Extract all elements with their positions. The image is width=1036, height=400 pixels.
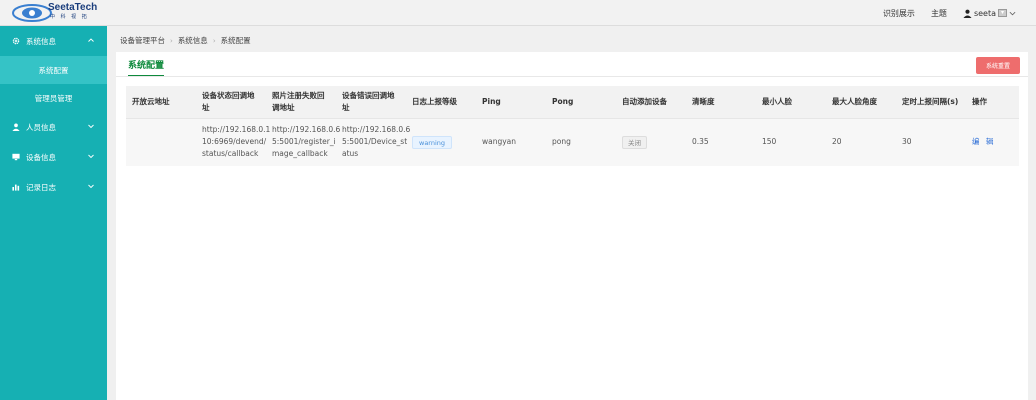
breadcrumb-item-system-config: 系统配置 — [220, 36, 251, 45]
cell-min-face: 150 — [762, 137, 777, 146]
column-header-status-callback: 设备状态回调地址 — [202, 91, 255, 112]
cell-error-callback: http://192.168.0.6 5:5001/Device_st atus — [342, 125, 411, 158]
tab-divider — [116, 76, 1028, 77]
chevron-down-icon — [88, 124, 94, 129]
column-header-error-callback: 设备错误回调地址 — [342, 91, 395, 112]
cell-actions: 编 辑 — [972, 136, 995, 148]
main-content: 设备管理平台 › 系统信息 › 系统配置 系统配置 系统重置 开放云地址 设备状… — [107, 26, 1036, 400]
edit-link[interactable]: 编 辑 — [972, 137, 995, 146]
cell-register-callback: http://192.168.0.6 5:5001/register_i mag… — [272, 125, 341, 158]
config-panel: 系统配置 系统重置 开放云地址 设备状态回调地址 照片注册失败回 调地址 设备错误… — [116, 52, 1028, 400]
user-menu[interactable]: seeta ▾ — [963, 9, 1016, 18]
user-icon — [963, 9, 972, 18]
column-header-actions: 操作 — [972, 97, 987, 106]
system-reset-button[interactable]: 系统重置 — [976, 57, 1020, 74]
cell-clarity: 0.35 — [692, 137, 709, 146]
column-header-pong: Pong — [552, 97, 574, 106]
auto-add-status-tag: 关闭 — [622, 136, 647, 149]
breadcrumb-separator-icon: › — [212, 36, 216, 45]
sidebar-group-system-info[interactable]: 系统信息 — [0, 26, 107, 56]
nav-theme[interactable]: 主题 — [931, 8, 947, 19]
column-header-cloud-address: 开放云地址 — [132, 97, 170, 106]
gear-icon — [12, 37, 20, 45]
sidebar-group-label: 人员信息 — [26, 122, 56, 132]
cell-ping: wangyan — [482, 137, 517, 146]
column-header-max-face-angle: 最大人脸角度 — [832, 97, 877, 106]
table-header: 开放云地址 设备状态回调地址 照片注册失败回 调地址 设备错误回调地址 日志上报等… — [126, 86, 1019, 119]
chevron-down-icon — [88, 184, 94, 189]
sidebar-group-label: 系统信息 — [26, 36, 56, 46]
bar-chart-icon — [12, 184, 20, 191]
brand-name: SeetaTech — [48, 2, 98, 13]
sidebar-item-label: 系统配置 — [38, 65, 69, 75]
sidebar-item-system-config[interactable]: 系统配置 — [0, 56, 107, 84]
brand-subtitle: 中 科 视 拓 — [50, 14, 89, 20]
column-header-min-face: 最小人脸 — [762, 97, 792, 106]
avatar-box-icon: ▾ — [998, 9, 1007, 17]
tab-system-config[interactable]: 系统配置 — [128, 58, 165, 77]
column-header-log-level: 日志上报等级 — [412, 97, 457, 106]
sidebar: 系统信息 系统配置 管理员管理 人员信息 设备信息 记录日志 — [0, 26, 107, 400]
breadcrumb-separator-icon: › — [170, 36, 173, 45]
column-header-auto-add: 自动添加设备 — [622, 97, 667, 106]
chevron-up-icon — [88, 38, 94, 42]
cell-pong: pong — [552, 137, 571, 146]
column-header-report-interval: 定时上报间隔(s) — [902, 97, 959, 106]
sidebar-group-label: 记录日志 — [26, 182, 56, 192]
cell-log-level: warning — [412, 136, 453, 149]
sidebar-item-admin-management[interactable]: 管理员管理 — [0, 84, 107, 112]
cell-status-callback: http://192.168.0.1 10:6969/devend/ statu… — [202, 125, 271, 158]
user-icon — [12, 123, 20, 131]
username: seeta — [973, 8, 996, 18]
sidebar-group-device-info[interactable]: 设备信息 — [0, 142, 107, 172]
breadcrumb: 设备管理平台 › 系统信息 › 系统配置 — [120, 35, 251, 46]
sidebar-group-record-log[interactable]: 记录日志 — [0, 172, 107, 202]
column-header-ping: Ping — [482, 97, 501, 106]
monitor-icon — [12, 153, 20, 161]
config-table: 开放云地址 设备状态回调地址 照片注册失败回 调地址 设备错误回调地址 日志上报等… — [126, 86, 1019, 166]
sidebar-group-personnel-info[interactable]: 人员信息 — [0, 112, 107, 142]
nav-recognition-display[interactable]: 识别展示 — [883, 8, 915, 19]
table-row: http://192.168.0.1 10:6969/devend/ statu… — [126, 119, 1019, 166]
cell-max-face-angle: 20 — [832, 137, 842, 146]
column-header-register-callback: 照片注册失败回 调地址 — [272, 91, 325, 112]
top-bar: SeetaTech 中 科 视 拓 识别展示 主题 seeta ▾ — [0, 0, 1036, 26]
log-level-tag: warning — [412, 136, 453, 149]
breadcrumb-item-platform[interactable]: 设备管理平台 — [120, 35, 165, 46]
sidebar-group-label: 设备信息 — [26, 152, 56, 162]
cell-auto-add: 关闭 — [622, 136, 647, 149]
cell-report-interval: 30 — [902, 137, 912, 146]
breadcrumb-item-system-info[interactable]: 系统信息 — [178, 35, 208, 46]
sidebar-item-label: 管理员管理 — [34, 93, 73, 103]
chevron-down-icon — [88, 154, 94, 159]
chevron-down-icon — [1009, 11, 1016, 15]
column-header-clarity: 清晰度 — [692, 97, 715, 106]
